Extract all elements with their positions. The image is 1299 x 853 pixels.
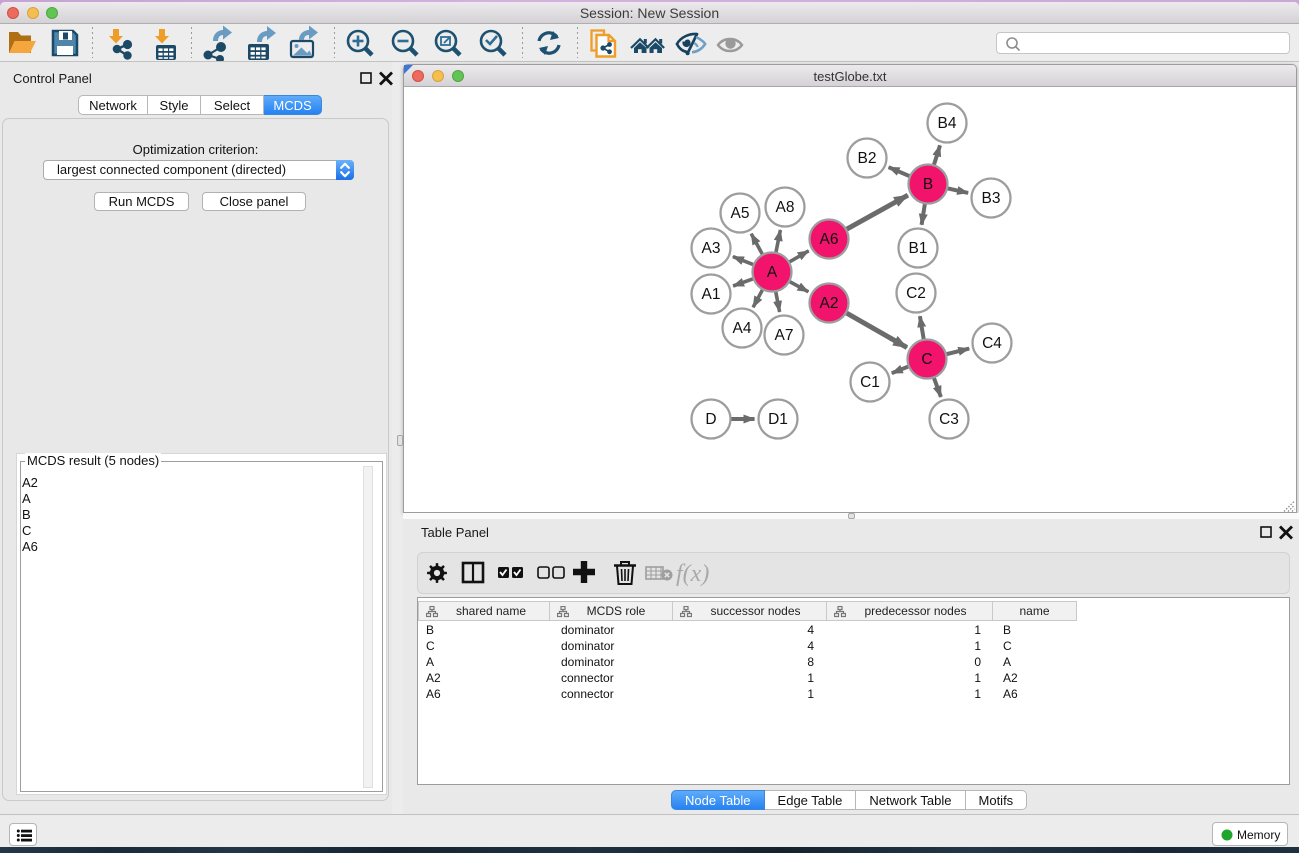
- svg-text:f(x): f(x): [676, 561, 709, 587]
- svg-text:A5: A5: [731, 205, 750, 222]
- svg-text:A3: A3: [702, 240, 721, 257]
- svg-text:C1: C1: [860, 374, 880, 391]
- svg-text:D1: D1: [768, 411, 788, 428]
- svg-text:C3: C3: [939, 411, 959, 428]
- svg-text:A: A: [767, 264, 778, 281]
- svg-text:A2: A2: [820, 295, 839, 312]
- svg-text:A1: A1: [702, 286, 721, 303]
- svg-text:C2: C2: [906, 285, 926, 302]
- svg-text:C: C: [921, 351, 932, 368]
- svg-text:B: B: [923, 176, 933, 193]
- svg-text:D: D: [705, 411, 716, 428]
- svg-text:B2: B2: [858, 150, 877, 167]
- svg-text:B4: B4: [938, 115, 957, 132]
- svg-text:B3: B3: [982, 190, 1001, 207]
- svg-text:A4: A4: [733, 320, 752, 337]
- svg-text:C4: C4: [982, 335, 1002, 352]
- svg-text:A8: A8: [776, 199, 795, 216]
- svg-text:A6: A6: [820, 231, 839, 248]
- svg-text:A7: A7: [775, 327, 794, 344]
- svg-text:B1: B1: [909, 240, 928, 257]
